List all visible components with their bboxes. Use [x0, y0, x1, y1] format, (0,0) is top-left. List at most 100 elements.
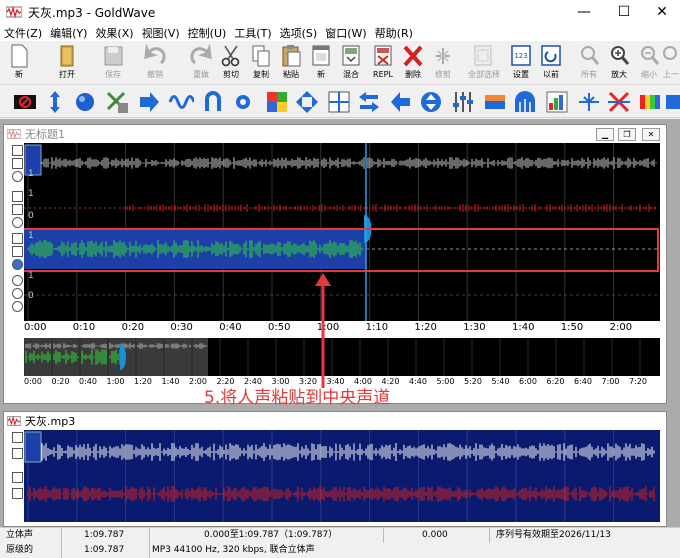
paste-button[interactable]: 粘贴: [276, 43, 306, 83]
open-button[interactable]: 打开: [52, 43, 82, 83]
ruler-tick-label: 0:30: [170, 322, 193, 333]
settings-button[interactable]: 123 设置: [506, 43, 536, 83]
track2-mute[interactable]: [12, 204, 23, 215]
stretch-icon[interactable]: [294, 89, 320, 115]
sphere-icon[interactable]: [72, 89, 98, 115]
doc1-minimize-button[interactable]: ▁: [596, 128, 614, 141]
doc2-track1-check[interactable]: [12, 448, 23, 459]
swap-arrows-icon[interactable]: [356, 89, 382, 115]
arrow-right-effect-icon[interactable]: [136, 89, 162, 115]
redo-button[interactable]: 重做: [186, 43, 216, 83]
settings-123-icon: 123: [511, 45, 531, 66]
ruler-tick-label: 0:10: [72, 322, 96, 333]
spectrum-icon[interactable]: [544, 89, 570, 115]
overview-tick-label: 7:00: [601, 377, 620, 386]
replace-button[interactable]: REPL: [368, 43, 398, 83]
color-cube-icon[interactable]: [264, 89, 290, 115]
status-orig-length: 1:09.787: [84, 543, 150, 558]
previous-button[interactable]: 以前: [536, 43, 566, 83]
more-effects-icon[interactable]: [664, 89, 680, 115]
center-marker-icon[interactable]: [576, 89, 602, 115]
waveform-canvas-doc1[interactable]: [24, 143, 660, 321]
invert-icon[interactable]: [418, 89, 444, 115]
track1-solo[interactable]: [12, 171, 23, 182]
status-bar: 立体声 1:09.787 0.000至1:09.787（1:09.787） 0.…: [0, 527, 680, 558]
close-button[interactable]: ✕: [642, 0, 680, 24]
track3-scale-top: 1: [28, 231, 34, 241]
main-toolbar: 新 打开 保存 撤销 重做 剪切 复制 粘贴 新 混合 REPL 删除 修剪 全…: [0, 41, 680, 85]
track4-toggle[interactable]: [12, 275, 23, 286]
previous-icon: [541, 45, 561, 66]
expand-vertical-icon[interactable]: [42, 89, 68, 115]
doc1-close-button[interactable]: ✕: [642, 128, 660, 141]
menu-control[interactable]: 控制(U): [184, 25, 231, 41]
mix-button[interactable]: 混合: [336, 43, 366, 83]
arch-icon[interactable]: [512, 89, 538, 115]
menu-effects[interactable]: 效果(X): [91, 25, 137, 41]
channel-swap-icon[interactable]: [104, 89, 130, 115]
status-selection: 0.000至1:09.787（1:09.787）: [204, 528, 384, 543]
wave-effect-icon[interactable]: [168, 89, 194, 115]
menu-edit[interactable]: 编辑(Y): [46, 25, 91, 41]
paste-clipboard-icon: [282, 45, 301, 67]
track3-solo-active[interactable]: [12, 259, 23, 270]
doc2-track1-toggle[interactable]: [12, 432, 23, 443]
menu-tools[interactable]: 工具(T): [230, 25, 275, 41]
cut-button[interactable]: 剪切: [216, 43, 246, 83]
redo-arrow-icon: [190, 43, 212, 65]
zoom-in-button[interactable]: 放大: [604, 43, 634, 83]
menu-help[interactable]: 帮助(R): [371, 25, 417, 41]
menu-view[interactable]: 视图(V): [138, 25, 184, 41]
menu-options[interactable]: 选项(S): [276, 25, 322, 41]
track3-toggle[interactable]: [12, 233, 23, 244]
undo-button[interactable]: 撤销: [140, 43, 170, 83]
color-bars-icon[interactable]: [638, 89, 664, 115]
delete-button[interactable]: 删除: [398, 43, 428, 83]
mdi-area: 无标题1 ▁ ❐ ✕ 1 1 0 1 1 0 0:00 0:10 0:20 0:30 0…: [0, 119, 680, 527]
loop-back-icon[interactable]: [200, 89, 226, 115]
ruler-tick-label: 1:50: [560, 322, 584, 333]
track3-mute[interactable]: [12, 246, 23, 257]
track1-mute[interactable]: [12, 158, 23, 169]
waveform-canvas-doc2[interactable]: [24, 430, 660, 522]
gear-effect-icon[interactable]: [230, 89, 256, 115]
prev-zoom-icon: [663, 46, 677, 60]
doc1-restore-button[interactable]: ❐: [618, 128, 636, 141]
arrow-left-effect-icon[interactable]: [388, 89, 414, 115]
document-window-untitled: 无标题1 ▁ ❐ ✕ 1 1 0 1 1 0 0:00 0:10 0:20 0:30 0…: [3, 124, 667, 404]
title-bar: 天灰.mp3 - GoldWave — ☐ ✕: [0, 0, 680, 24]
doc-icon: [7, 415, 21, 427]
zoom-all-button[interactable]: 所有: [574, 43, 604, 83]
band-icon[interactable]: [482, 89, 508, 115]
track2-solo[interactable]: [12, 217, 23, 228]
select-all-icon: [474, 45, 492, 66]
doc1-title-bar: 无标题1 ▁ ❐ ✕: [4, 125, 666, 143]
equalizer-grid-icon[interactable]: [326, 89, 352, 115]
select-all-button[interactable]: 全部选择: [468, 43, 500, 83]
menu-file[interactable]: 文件(Z): [0, 25, 46, 41]
overview-strip[interactable]: [24, 338, 660, 376]
status-serial: 序列号有效期至2026/11/13: [496, 530, 611, 540]
minimize-button[interactable]: —: [564, 0, 604, 24]
status-length: 1:09.787: [84, 528, 150, 543]
status-original: 原级的: [6, 543, 62, 558]
track2-toggle[interactable]: [12, 191, 23, 202]
save-button[interactable]: 保存: [98, 43, 128, 83]
maximize-button[interactable]: ☐: [604, 0, 644, 24]
prev-zoom-button[interactable]: 上一: [660, 43, 680, 83]
track1-toggle[interactable]: [12, 145, 23, 156]
copy-button[interactable]: 复制: [246, 43, 276, 83]
new-window-button[interactable]: 新: [306, 43, 336, 83]
track4-mute[interactable]: [12, 288, 23, 299]
doc2-track2-check[interactable]: [12, 488, 23, 499]
menu-window[interactable]: 窗口(W): [321, 25, 370, 41]
doc2-track2-toggle[interactable]: [12, 472, 23, 483]
noise-reduce-icon[interactable]: [606, 89, 632, 115]
time-ruler-doc1[interactable]: 0:00 0:10 0:20 0:30 0:40 0:50 1:00 1:10 1:20 1:30…: [24, 322, 660, 336]
track4-solo[interactable]: [12, 301, 23, 312]
sliders-icon[interactable]: [450, 89, 476, 115]
overview-tick-label: 6:40: [574, 377, 592, 386]
stop-record-icon[interactable]: [12, 89, 38, 115]
trim-button[interactable]: 修剪: [428, 43, 458, 83]
new-button[interactable]: 新: [4, 43, 34, 83]
